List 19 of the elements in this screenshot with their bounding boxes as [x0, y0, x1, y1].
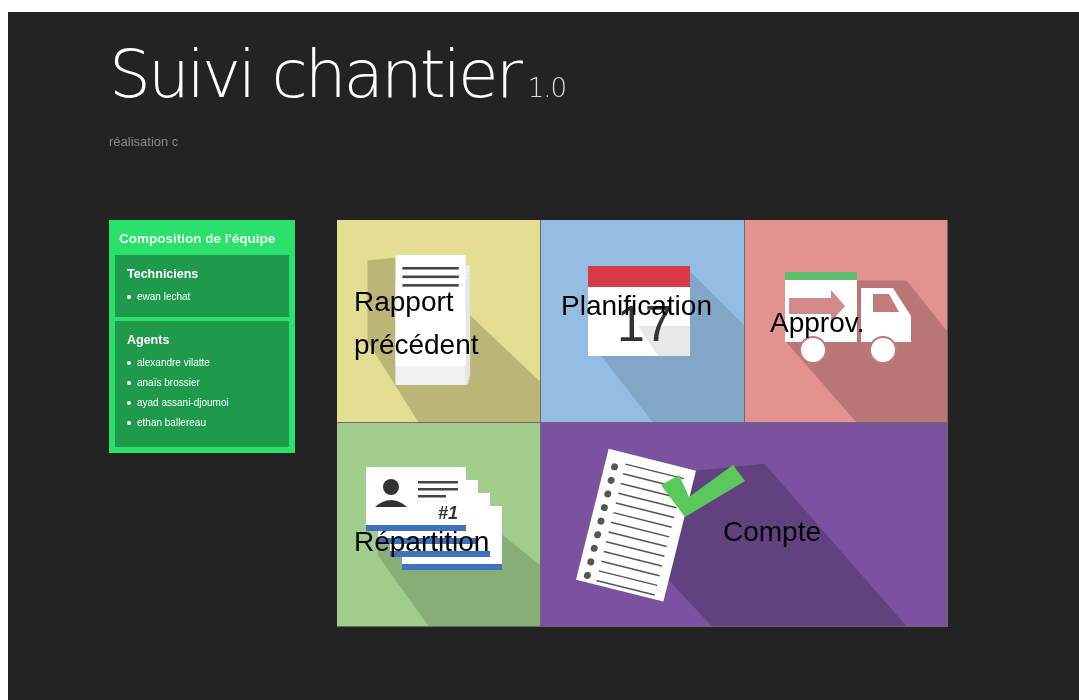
bullet-icon	[127, 401, 131, 405]
group-title: Techniciens	[127, 267, 200, 281]
member-name: anaïs brossier	[137, 376, 200, 390]
menu-tile[interactable]: Rapport précédent	[337, 220, 541, 423]
subtitle: réalisation c	[109, 133, 179, 149]
bullet-icon	[127, 421, 131, 425]
version-number: 1.0	[527, 73, 567, 103]
app-title: Suivi chantier	[109, 42, 520, 108]
member-name: ayad assani-djoumoi	[137, 396, 229, 410]
group-title: Agents	[127, 333, 171, 347]
bullet-icon	[127, 295, 131, 299]
bullet-icon	[127, 381, 131, 385]
team-title: Composition de l'équipe	[118, 230, 277, 248]
menu-tile[interactable]: #1 Répartition	[337, 423, 541, 627]
member-name: ewan lechat	[137, 290, 191, 304]
member-name: ethan ballereau	[137, 416, 206, 430]
member-name: alexandre vilatte	[137, 356, 210, 370]
bullet-icon	[127, 361, 131, 365]
menu-tile[interactable]: Approv.	[745, 220, 948, 423]
